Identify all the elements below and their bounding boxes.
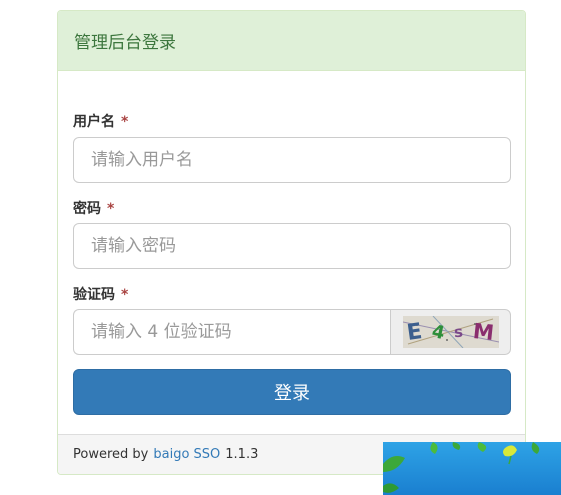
captcha-label: 验证码 * bbox=[73, 284, 128, 304]
footer-version: 1.1.3 bbox=[225, 447, 259, 462]
username-label: 用户名 * bbox=[73, 111, 128, 131]
login-panel: 管理后台登录 用户名 * 密码 * 验证码 * bbox=[57, 10, 526, 475]
panel-title: 管理后台登录 bbox=[74, 33, 176, 53]
captcha-label-text: 验证码 bbox=[73, 287, 115, 303]
captcha-char-3: s bbox=[453, 322, 464, 342]
login-button[interactable]: 登录 bbox=[73, 369, 511, 415]
captcha-image-button[interactable]: E 4 s M bbox=[390, 309, 511, 355]
footer-sso-link[interactable]: baigo SSO bbox=[153, 447, 220, 462]
password-label-text: 密码 bbox=[73, 201, 101, 217]
login-button-label: 登录 bbox=[274, 383, 310, 403]
desktop-leaves-decoration bbox=[383, 442, 540, 493]
captcha-image[interactable]: E 4 s M bbox=[402, 316, 499, 348]
captcha-input-group: E 4 s M bbox=[73, 309, 511, 355]
password-required-mark: * bbox=[107, 201, 115, 217]
username-label-text: 用户名 bbox=[73, 114, 115, 130]
username-required-mark: * bbox=[121, 114, 129, 130]
password-input[interactable] bbox=[73, 223, 511, 269]
captcha-char-4: M bbox=[471, 318, 495, 346]
panel-heading: 管理后台登录 bbox=[58, 11, 525, 71]
username-input[interactable] bbox=[73, 137, 511, 183]
desktop-background-corner bbox=[383, 442, 561, 495]
captcha-required-mark: * bbox=[121, 287, 129, 303]
captcha-input[interactable] bbox=[73, 309, 390, 355]
footer-powered-by: Powered by bbox=[73, 447, 149, 462]
password-label: 密码 * bbox=[73, 198, 114, 218]
